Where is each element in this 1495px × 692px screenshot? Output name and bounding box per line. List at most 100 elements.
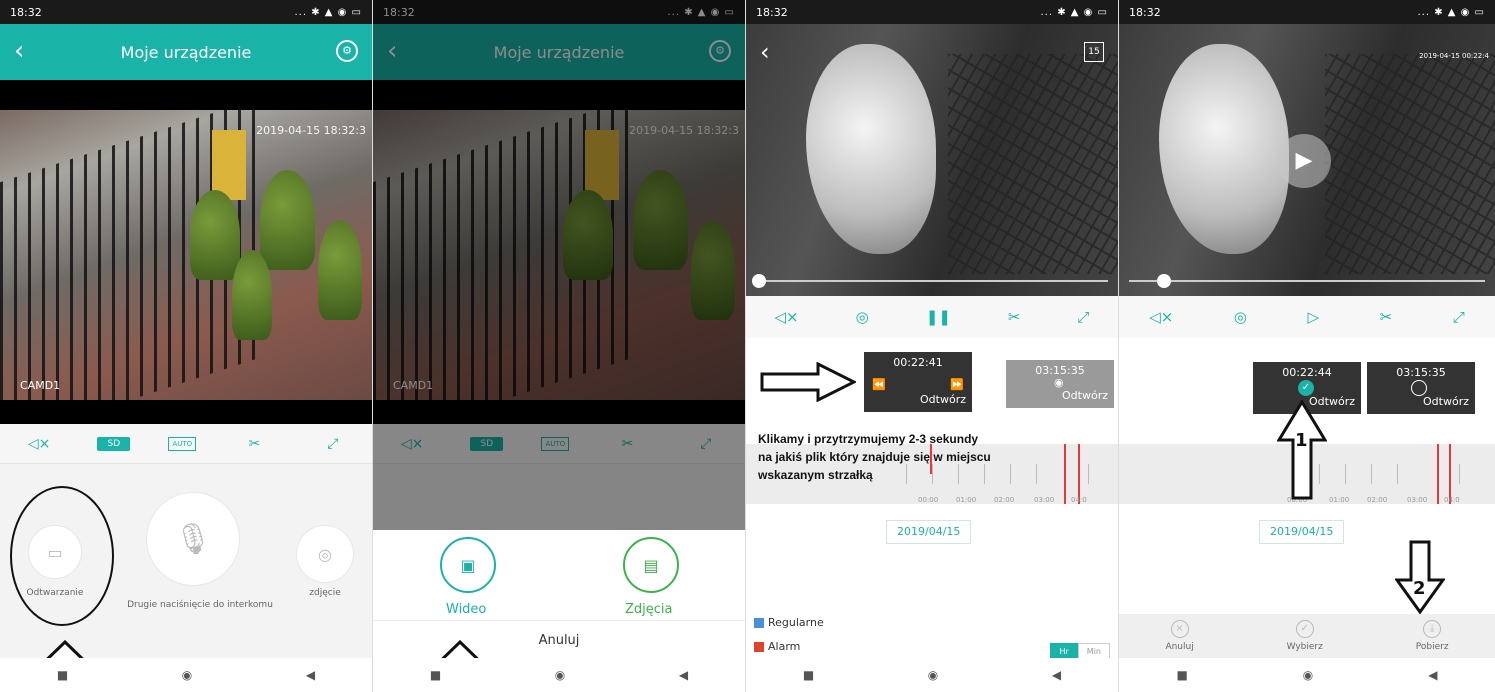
status-icons: ... ✱ ▲ ◉ ▭	[1040, 6, 1108, 18]
app-header: ‹ Moje urządzenie ⚙	[0, 24, 372, 80]
play-icon[interactable]: ▷	[1308, 308, 1320, 326]
alarm-checkbox[interactable]	[754, 641, 764, 652]
page-title: Moje urządzenie	[120, 42, 252, 62]
auto-button[interactable]: AUTO	[168, 436, 197, 451]
playback-video[interactable]: ‹ 15	[746, 24, 1118, 296]
playback-video[interactable]: 2019-04-15 00:22:4 ▶	[1119, 24, 1495, 296]
recents-icon[interactable]: ■	[803, 668, 814, 682]
night-camera-image	[746, 24, 1118, 296]
playback-controls: ◁× ◎ ❚❚ ✂ ⤢	[746, 296, 1118, 338]
recents-icon[interactable]: ■	[57, 668, 68, 682]
clip-play-label: Odtwórz	[1062, 389, 1108, 402]
date-button[interactable]: 2019/04/15	[1259, 520, 1345, 544]
camera-icon[interactable]: ◎	[1234, 308, 1247, 326]
timeline-label: 02:00	[1367, 496, 1388, 504]
status-icons: ... ✱ ▲ ◉ ▭	[1417, 6, 1485, 18]
progress-knob[interactable]	[752, 274, 766, 288]
fast-forward-icon[interactable]: ⏩	[950, 378, 964, 391]
phone-live-view: 18:32 ... ✱ ▲ ◉ ▭ ‹ Moje urządzenie ⚙ 20…	[0, 0, 373, 692]
photos-option-button[interactable]: ▤	[623, 537, 679, 593]
selected-check-icon[interactable]: ✓	[1298, 380, 1314, 396]
bright-blob-graphic	[806, 44, 936, 254]
live-video[interactable]: 2019-04-15 18:32:3 CAMD1	[0, 80, 372, 424]
timeline-label: 00:00	[918, 496, 939, 504]
back-nav-icon[interactable]: ◀	[1428, 668, 1437, 682]
back-arrow-icon[interactable]: ‹	[14, 38, 24, 64]
android-nav-bar: ■ ◉ ◀	[1119, 658, 1495, 692]
alarm-marker	[1437, 444, 1439, 504]
camera-icon[interactable]: ◎	[856, 308, 869, 326]
note-line: wskazanym strzałką	[758, 468, 873, 482]
status-bar: 18:32 ... ✱ ▲ ◉ ▭	[1119, 0, 1495, 24]
photos-option-label[interactable]: Zdjęcia	[625, 602, 673, 617]
legend-alarm[interactable]: Alarm	[754, 640, 800, 653]
progress-bar[interactable]	[756, 280, 1108, 282]
back-nav-icon[interactable]: ◀	[1052, 668, 1061, 682]
right-arrow-annotation	[760, 362, 856, 402]
date-button[interactable]: 2019/04/15	[886, 520, 972, 544]
download-action-label: Pobierz	[1415, 642, 1449, 652]
home-icon[interactable]: ◉	[928, 668, 938, 682]
back-arrow-icon[interactable]: ‹	[760, 38, 770, 66]
microphone-icon: 🎙	[173, 521, 213, 557]
select-action[interactable]: ✓ Wybierz	[1287, 614, 1323, 658]
phone-playback-timeline: 18:32 ... ✱ ▲ ◉ ▭ ‹ 15 ◁× ◎ ❚❚ ✂ ⤢ 00:22…	[746, 0, 1119, 692]
progress-knob[interactable]	[1157, 274, 1171, 288]
timeline-label: 04:0	[1444, 496, 1460, 504]
intercom-button[interactable]: 🎙	[146, 492, 240, 586]
intercom-label: Drugie naciśnięcie do interkomu	[127, 600, 273, 610]
video-option-label[interactable]: Wideo	[446, 602, 486, 617]
down-arrow-annotation-2	[1395, 540, 1445, 614]
unselected-circle-icon[interactable]	[1411, 380, 1427, 396]
calendar-icon[interactable]: 15	[1084, 42, 1104, 62]
sd-quality-button[interactable]: SD	[97, 436, 131, 451]
scissors-icon[interactable]: ✂	[235, 436, 275, 452]
timeline-label: 02:00	[994, 496, 1015, 504]
alarm-marker	[1449, 444, 1451, 504]
clip-time: 00:22:44	[1282, 366, 1332, 379]
mute-icon[interactable]: ◁×	[1149, 308, 1173, 326]
snapshot-button[interactable]: ◎	[296, 525, 354, 583]
playback-controls: ◁× ◎ ▷ ✂ ⤢	[1119, 296, 1495, 338]
status-bar: 18:32 ... ✱ ▲ ◉ ▭	[746, 0, 1118, 24]
regular-checkbox[interactable]	[754, 617, 764, 628]
rewind-icon[interactable]: ⏪	[872, 378, 886, 391]
settings-gear-icon[interactable]: ⚙	[336, 40, 358, 62]
recording-clip[interactable]: 00:22:41 ⏪ ⏩ Odtwórz	[864, 352, 972, 412]
mute-icon[interactable]: ◁×	[775, 308, 799, 326]
back-nav-icon[interactable]: ◀	[679, 668, 688, 682]
instruction-note: Klikamy i przytrzymujemy 2-3 sekundy na …	[758, 430, 1078, 484]
recents-icon[interactable]: ■	[430, 668, 441, 682]
image-icon: ▤	[643, 555, 659, 575]
bush-graphic	[260, 170, 315, 270]
download-action[interactable]: ⤓ Pobierz	[1416, 614, 1449, 658]
timeline-tick	[1371, 464, 1372, 484]
home-icon[interactable]: ◉	[182, 668, 192, 682]
snapshot-label: zdjęcie	[309, 588, 341, 598]
annotation-number-2: 2	[1413, 578, 1426, 599]
fullscreen-icon[interactable]: ⤢	[1453, 308, 1465, 326]
fullscreen-icon[interactable]: ⤢	[313, 436, 353, 452]
timeline-label: 04:0	[1071, 496, 1087, 504]
pause-icon[interactable]: ❚❚	[926, 308, 951, 326]
home-icon[interactable]: ◉	[1303, 668, 1313, 682]
timeline-label: 01:00	[956, 496, 977, 504]
scissors-icon[interactable]: ✂	[1008, 308, 1021, 326]
status-icons: ... ✱ ▲ ◉ ▭	[294, 6, 362, 18]
legend-regular[interactable]: Regularne	[754, 616, 824, 629]
play-overlay-button[interactable]: ▶	[1277, 134, 1331, 188]
fullscreen-icon[interactable]: ⤢	[1077, 308, 1089, 326]
recording-clip[interactable]: 03:15:35 ◉ Odtwórz	[1006, 360, 1114, 408]
cancel-action[interactable]: × Anuluj	[1165, 614, 1194, 658]
home-icon[interactable]: ◉	[555, 668, 565, 682]
timeline-label: 01:00	[1329, 496, 1350, 504]
recording-clip[interactable]: 03:15:35 Odtwórz	[1367, 362, 1475, 414]
mute-icon[interactable]: ◁×	[19, 436, 59, 452]
select-action-label: Wybierz	[1286, 642, 1323, 652]
progress-bar[interactable]	[1129, 280, 1485, 282]
video-option-button[interactable]: ▣	[440, 537, 496, 593]
back-nav-icon[interactable]: ◀	[306, 668, 315, 682]
scissors-icon[interactable]: ✂	[1380, 308, 1393, 326]
recents-icon[interactable]: ■	[1176, 668, 1187, 682]
check-icon: ✓	[1295, 620, 1314, 638]
